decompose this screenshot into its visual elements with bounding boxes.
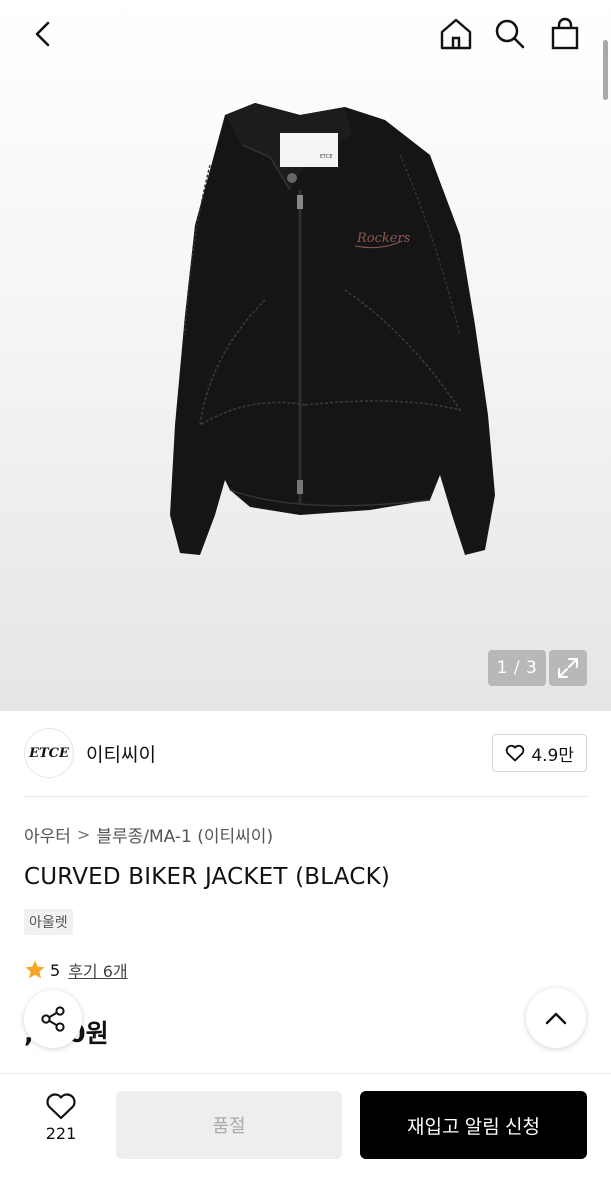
search-button[interactable] xyxy=(488,12,532,56)
divider xyxy=(24,796,587,797)
wishlist-button[interactable]: 221 xyxy=(28,1092,94,1143)
product-photo: ETCE Rockers xyxy=(170,103,495,555)
breadcrumb-category[interactable]: 아우터 xyxy=(24,822,71,847)
share-icon xyxy=(41,1006,65,1032)
back-button[interactable] xyxy=(22,12,66,56)
brand-like-button[interactable]: 4.9만 xyxy=(492,734,587,772)
soldout-button: 품절 xyxy=(116,1091,342,1159)
product-title: CURVED BIKER JACKET (BLACK) xyxy=(24,864,391,890)
brand-name[interactable]: 이티씨이 xyxy=(86,740,156,767)
star-icon xyxy=(25,960,45,979)
outlet-badge: 아울렛 xyxy=(24,909,73,935)
expand-image-button[interactable] xyxy=(549,650,587,686)
top-navigation-bar xyxy=(0,0,611,70)
chevron-up-icon xyxy=(545,1012,567,1025)
reviews-link[interactable]: 후기 6개 xyxy=(68,958,127,982)
heart-icon xyxy=(46,1093,76,1120)
search-icon xyxy=(495,19,525,49)
wishlist-count: 221 xyxy=(45,1124,77,1143)
restock-alert-button[interactable]: 재입고 알림 신청 xyxy=(360,1091,587,1159)
expand-icon xyxy=(558,658,578,678)
brand-logo[interactable]: ETCE xyxy=(24,728,74,778)
jacket-logo-text: Rockers xyxy=(356,231,411,246)
scroll-to-top-button[interactable] xyxy=(526,988,586,1048)
breadcrumb-subcategory[interactable]: 블루종/MA-1 (이티씨이) xyxy=(96,822,273,847)
home-button[interactable] xyxy=(434,12,478,56)
brand-row: ETCE 이티씨이 4.9만 xyxy=(24,728,587,778)
shopping-bag-button[interactable] xyxy=(543,12,587,56)
breadcrumb-separator: > xyxy=(76,825,91,844)
svg-text:ETCE: ETCE xyxy=(320,154,333,160)
breadcrumb: 아우터 > 블루종/MA-1 (이티씨이) xyxy=(24,822,273,847)
rating-score: 5 xyxy=(50,960,61,980)
bottom-action-bar: 221 품절 재입고 알림 신청 xyxy=(0,1073,611,1200)
shopping-bag-icon xyxy=(551,17,579,50)
image-pager: 1 / 3 xyxy=(488,650,546,686)
share-button[interactable] xyxy=(24,990,82,1048)
heart-icon xyxy=(506,744,525,762)
product-image-gallery[interactable]: ETCE Rockers 1 / 3 xyxy=(0,0,611,711)
rating-row: 5 후기 6개 xyxy=(24,958,128,982)
brand-like-count: 4.9만 xyxy=(531,745,574,766)
home-icon xyxy=(440,18,472,50)
chevron-left-icon xyxy=(35,21,50,47)
